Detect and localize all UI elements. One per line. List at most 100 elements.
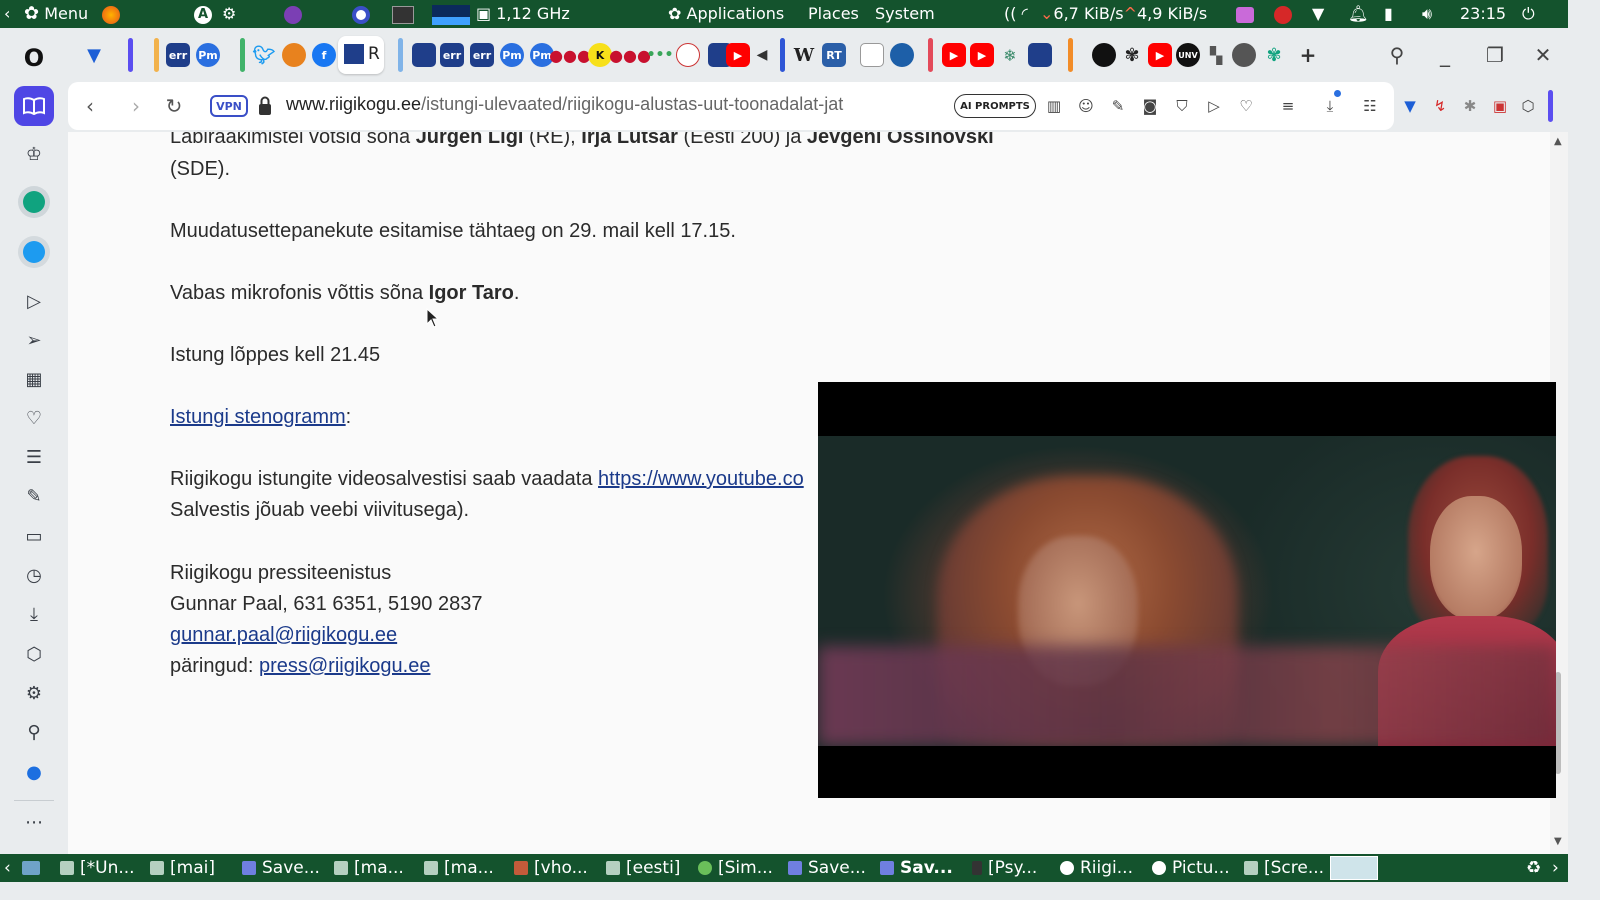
easy-setup-sliders-icon[interactable]: ☷ <box>1360 96 1380 116</box>
trash-icon[interactable]: ♻ <box>1526 857 1541 879</box>
send-flow-icon[interactable]: ▷ <box>1204 96 1224 116</box>
sidebar-extensions-cube-icon[interactable]: ⬡ <box>18 638 50 670</box>
ext-translate-icon[interactable]: ↯ <box>1430 96 1450 116</box>
tab-speedometer-icon[interactable] <box>676 43 700 67</box>
applications-menu[interactable]: ✿ Applications <box>668 3 784 25</box>
tab-search-icon[interactable]: ⚲ <box>1382 40 1412 70</box>
taskbar-item[interactable]: [Sim... <box>698 857 773 879</box>
system-menu[interactable]: System <box>875 3 935 25</box>
emoji-icon[interactable]: ☺ <box>1076 96 1096 116</box>
tab-dots-icon[interactable]: ••• <box>647 43 674 67</box>
sidebar-history-clock-icon[interactable]: ◷ <box>18 559 50 591</box>
sidebar-speed-dial-icon[interactable]: ▦ <box>18 363 50 395</box>
taskbar-item[interactable]: [Psy... <box>972 857 1037 879</box>
sidebar-chatgpt-icon[interactable] <box>18 186 50 218</box>
taskbar-item[interactable]: Pictu... <box>1152 857 1230 879</box>
reload-button[interactable]: ↻ <box>160 92 188 120</box>
tab-doc-icon[interactable] <box>860 43 884 67</box>
taskbar-item[interactable]: [*Un... <box>60 857 135 879</box>
panel-clock[interactable]: 23:15 <box>1460 3 1506 25</box>
taskbar-item[interactable]: [vho... <box>514 857 588 879</box>
taskbar-item[interactable]: Save... <box>788 857 866 879</box>
bookmark-heart-icon[interactable]: ♡ <box>1236 96 1256 116</box>
taskbar-scroll-right-icon[interactable]: › <box>1552 857 1559 879</box>
tab-vivaldi-icon[interactable]: ▼ <box>82 43 106 67</box>
panel-scroll-left-icon[interactable]: ‹ <box>4 3 10 25</box>
volume-icon[interactable]: 🔊︎ <box>1422 3 1432 25</box>
tab-globe-icon[interactable] <box>890 43 914 67</box>
firefox-launcher-icon[interactable] <box>102 3 120 25</box>
menu-button[interactable]: ✿ Menu <box>24 3 88 25</box>
sidebar-news-icon[interactable]: ☰ <box>18 441 50 473</box>
taskbar-item-active[interactable]: Sav... <box>880 857 953 879</box>
tab-snowflake-icon[interactable]: ❄ <box>998 43 1022 67</box>
sidebar-twitter-icon[interactable] <box>18 236 50 268</box>
sidebar-tabs-icon[interactable]: ▭ <box>18 520 50 552</box>
tab-err-icon-2[interactable]: err <box>440 43 464 67</box>
accessibility-icon[interactable]: A <box>194 3 212 25</box>
tab-circle-icon[interactable] <box>1092 43 1116 67</box>
scroll-up-arrow-icon[interactable]: ▲ <box>1554 136 1562 147</box>
taskbar-item[interactable]: Riigi... <box>1060 857 1133 879</box>
tab-facebook-icon[interactable]: f <box>312 43 336 67</box>
sidebar-player-icon[interactable]: ▷ <box>18 285 50 317</box>
ext-puzzle-icon[interactable]: ✱ <box>1460 96 1480 116</box>
places-menu[interactable]: Places <box>808 3 859 25</box>
taskbar-item[interactable]: Save... <box>242 857 320 879</box>
tab-globe-icon-2[interactable] <box>1232 43 1256 67</box>
tab-youtube-icon-3[interactable]: ▶ <box>970 43 994 67</box>
tab-list-icon[interactable]: ≡ <box>1278 96 1298 116</box>
picture-in-picture-video[interactable] <box>818 382 1556 798</box>
network-indicator-icon[interactable]: ▼ <box>1312 3 1324 25</box>
stenogram-link[interactable]: Istungi stenogramm <box>170 406 346 428</box>
battery-icon[interactable]: ▮ <box>1384 3 1393 25</box>
sidebar-pinboard-icon[interactable]: ✎ <box>18 480 50 512</box>
sidebar-downloads-icon[interactable]: ⤓ <box>18 598 50 630</box>
sidebar-bookmarks-heart-icon[interactable]: ♡ <box>18 402 50 434</box>
window-restore-button[interactable]: ❐ <box>1480 40 1510 70</box>
scroll-down-arrow-icon[interactable]: ▼ <box>1554 836 1562 847</box>
sidebar-send-icon[interactable]: ➢ <box>18 324 50 356</box>
tab-err-icon[interactable]: err <box>166 43 190 67</box>
tab-youtube-icon-4[interactable]: ▶ <box>1148 43 1172 67</box>
tab-twitter-icon[interactable]: 🐦︎ <box>252 43 276 67</box>
ext-vivaldi-icon[interactable]: ▼ <box>1400 96 1420 116</box>
record-indicator-icon[interactable] <box>1274 3 1292 25</box>
back-button[interactable]: ‹ <box>76 92 104 120</box>
gunnar-email-link[interactable]: gunnar.paal@riigikogu.ee <box>170 624 397 646</box>
sidebar-aria-crown-icon[interactable]: ♔ <box>18 138 50 170</box>
press-email-link[interactable]: press@riigikogu.ee <box>259 655 431 677</box>
tab-audio-speaker-icon[interactable]: ◀ <box>750 43 774 67</box>
tab-chatgpt-icon[interactable]: ✾ <box>1262 43 1286 67</box>
ext-cube-icon[interactable]: ⬡ <box>1518 96 1538 116</box>
settings-launcher-icon[interactable]: ⚙ <box>222 3 236 25</box>
sidebar-settings-gear-icon[interactable]: ⚙ <box>18 677 50 709</box>
tab-flickr-icon[interactable]: ●●● <box>549 43 591 67</box>
vpn-badge[interactable]: VPN <box>210 95 248 117</box>
tab-pm-icon[interactable]: Pm <box>196 43 220 67</box>
tab-rt-icon[interactable]: RT <box>822 43 846 67</box>
tab-riigikogu-active[interactable]: R <box>338 36 384 74</box>
opera-launcher-icon[interactable] <box>352 3 370 25</box>
youtube-link[interactable]: https://www.youtube.co <box>598 468 804 490</box>
sidebar-more-icon[interactable]: ⋯ <box>18 806 50 838</box>
padlock-icon[interactable] <box>258 96 272 116</box>
taskbar-item[interactable]: [mai] <box>150 857 215 879</box>
tab-youtube-icon[interactable]: ▶ <box>726 43 750 67</box>
sidebar-reader-icon[interactable] <box>14 86 54 126</box>
shield-adblock-icon[interactable]: ⛉ <box>1172 96 1192 116</box>
url-field[interactable]: www.riigikogu.ee/istungi-ulevaated/riigi… <box>286 94 843 115</box>
tab-riigikogu-icon-2[interactable] <box>412 43 436 67</box>
terminal-launcher-icon[interactable] <box>392 3 414 25</box>
reader-mode-icon[interactable]: ▥ <box>1044 96 1064 116</box>
tab-riigikogu-icon-4[interactable] <box>1028 43 1052 67</box>
tab-flickr-icon-2[interactable]: ●●● <box>609 43 651 67</box>
sidebar-chat-bubble-icon[interactable]: ● <box>18 756 50 788</box>
app-indicator-icon[interactable] <box>1236 3 1254 25</box>
taskbar-item[interactable]: [ma... <box>334 857 404 879</box>
ext-badge-icon[interactable]: ▣ <box>1490 96 1510 116</box>
taskbar-item[interactable]: [Scre... <box>1244 857 1324 879</box>
window-minimize-button[interactable]: _ <box>1430 40 1460 70</box>
taskbar-item[interactable]: [eesti] <box>606 857 680 879</box>
tab-grid-icon[interactable]: ▚ <box>1204 43 1228 67</box>
